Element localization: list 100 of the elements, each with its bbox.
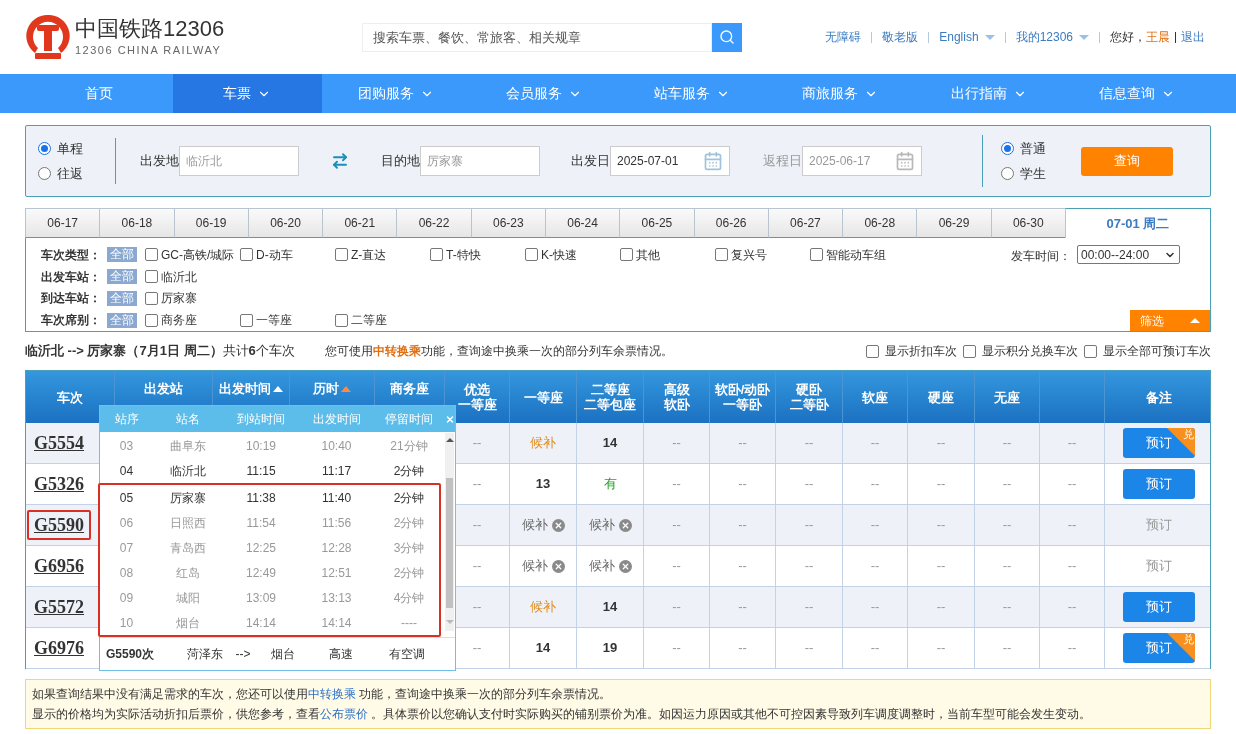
train-number-link[interactable]: G5554 bbox=[27, 428, 91, 458]
all-filter-tag[interactable]: 全部 bbox=[107, 247, 137, 263]
book-button[interactable]: 预订 bbox=[1123, 592, 1195, 622]
checkbox[interactable] bbox=[145, 270, 158, 284]
train-number-link[interactable]: G6976 bbox=[27, 633, 91, 663]
filter-toggle-button[interactable]: 筛选 bbox=[1130, 310, 1210, 331]
checkbox[interactable] bbox=[335, 248, 348, 262]
stop-duration: ---- bbox=[400, 614, 418, 632]
radio-button[interactable] bbox=[1001, 141, 1014, 155]
all-filter-tag[interactable]: 全部 bbox=[107, 312, 137, 328]
train-number-link[interactable]: G5326 bbox=[27, 469, 91, 499]
book-button[interactable]: 预订 bbox=[1146, 556, 1172, 576]
radio-button[interactable] bbox=[1001, 167, 1014, 181]
filter-label: 车次席别： bbox=[41, 312, 102, 330]
train-number-link[interactable]: G5590 bbox=[27, 510, 91, 540]
checkbox[interactable] bbox=[145, 291, 158, 305]
seat-value: -- bbox=[472, 557, 482, 576]
departure-time: 12:51 bbox=[320, 564, 353, 582]
nav-tab[interactable]: 团购服务 bbox=[321, 74, 470, 113]
station-field[interactable]: 厉家寨 bbox=[420, 146, 540, 176]
checkbox[interactable] bbox=[715, 248, 728, 262]
date-tab[interactable]: 06-17 bbox=[25, 208, 100, 238]
field-label: 出发地 bbox=[140, 152, 179, 171]
seat-value: 候补 bbox=[588, 516, 615, 535]
nav-tab[interactable]: 首页 bbox=[25, 74, 174, 113]
all-filter-tag[interactable]: 全部 bbox=[107, 269, 137, 285]
all-filter-tag[interactable]: 全部 bbox=[107, 290, 137, 306]
checkbox[interactable] bbox=[240, 313, 253, 327]
closed-icon bbox=[618, 518, 632, 532]
checkbox[interactable] bbox=[430, 248, 443, 262]
date-tab[interactable]: 06-28 bbox=[842, 208, 917, 238]
notice-text: 如果查询结果中没有满足需求的车次，您还可以使用中转换乘 功能，查询途中换乘一次的部分列车余票情况。 bbox=[32, 686, 613, 702]
stop-name: 烟台 bbox=[174, 614, 201, 632]
nav-tab[interactable]: 会员服务 bbox=[469, 74, 618, 113]
seat-value: 19 bbox=[602, 639, 618, 658]
date-tab[interactable]: 06-23 bbox=[470, 208, 545, 238]
date-tab[interactable]: 06-27 bbox=[767, 208, 843, 238]
caret-icon bbox=[1079, 34, 1089, 40]
transfer-link[interactable]: 中转换乘 bbox=[372, 344, 421, 358]
date-tab[interactable]: 06-19 bbox=[173, 208, 248, 238]
checkbox[interactable] bbox=[866, 344, 879, 358]
swap-icon[interactable] bbox=[331, 152, 349, 170]
date-tab[interactable]: 06-22 bbox=[396, 208, 471, 238]
nav-tab[interactable]: 信息查询 bbox=[1062, 74, 1211, 113]
date-tab[interactable]: 06-21 bbox=[322, 208, 397, 238]
checkbox[interactable] bbox=[335, 313, 348, 327]
radio-button[interactable] bbox=[38, 141, 51, 155]
scrollbar[interactable] bbox=[445, 433, 454, 632]
date-tab[interactable]: 06-18 bbox=[99, 208, 174, 238]
date-tab[interactable]: 06-29 bbox=[916, 208, 991, 238]
date-tab[interactable]: 06-25 bbox=[619, 208, 694, 238]
column-header: 优选 bbox=[464, 382, 490, 397]
checkbox[interactable] bbox=[963, 344, 976, 358]
book-button[interactable]: 预订 bbox=[1146, 515, 1172, 535]
nav-tab[interactable]: 车票 bbox=[173, 74, 322, 113]
time-select[interactable]: 00:00--24:00 bbox=[1077, 245, 1180, 264]
date-tab[interactable]: 06-26 bbox=[693, 208, 768, 238]
book-button[interactable]: 预订 bbox=[1123, 469, 1195, 499]
search-button[interactable] bbox=[712, 22, 743, 52]
seat-value: 13 bbox=[535, 475, 551, 494]
train-number-link[interactable]: G6956 bbox=[27, 551, 91, 581]
nav-tab[interactable]: 出行指南 bbox=[914, 74, 1063, 113]
user-name-link[interactable]: 王晨 bbox=[1146, 28, 1170, 46]
notice-link[interactable]: 中转换乘 bbox=[308, 687, 356, 701]
checkbox[interactable] bbox=[620, 248, 633, 262]
date-tab[interactable]: 06-30 bbox=[990, 208, 1065, 238]
seat-value: 14 bbox=[535, 639, 551, 658]
header-link[interactable]: English bbox=[939, 28, 995, 46]
option-label: 显示折扣车次 bbox=[885, 343, 957, 360]
seat-value[interactable]: 候补 bbox=[530, 433, 556, 453]
checkbox[interactable] bbox=[525, 248, 538, 262]
query-button[interactable]: 查询 bbox=[1081, 146, 1173, 176]
header-link[interactable]: 我的12306 bbox=[1015, 28, 1089, 46]
seat-value[interactable]: 候补 bbox=[530, 597, 556, 617]
station-field[interactable]: 临沂北 bbox=[179, 146, 299, 176]
notice-link[interactable]: 公布票价 bbox=[320, 707, 368, 721]
seat-value: -- bbox=[472, 639, 482, 658]
date-tab[interactable]: 07-01 周二 bbox=[1064, 208, 1211, 238]
checkbox[interactable] bbox=[240, 248, 253, 262]
train-number-link[interactable]: G5572 bbox=[27, 592, 91, 622]
date-tab[interactable]: 06-24 bbox=[544, 208, 620, 238]
checkbox[interactable] bbox=[810, 248, 823, 262]
filter-option: 一等座 bbox=[256, 311, 292, 330]
search-field[interactable]: 搜索车票、餐饮、常旅客、相关规章 bbox=[362, 22, 713, 52]
date-field[interactable]: 2025-07-01 bbox=[610, 146, 730, 176]
header-link[interactable]: 无障碍 bbox=[825, 28, 862, 46]
date-tab[interactable]: 06-20 bbox=[247, 208, 323, 238]
option-label: 显示全部可预订车次 bbox=[1103, 343, 1211, 360]
radio-button[interactable] bbox=[38, 167, 51, 181]
nav-tab[interactable]: 站车服务 bbox=[618, 74, 767, 113]
logout-link[interactable]: 退出 bbox=[1181, 28, 1205, 46]
seat-value: -- bbox=[1067, 475, 1077, 494]
nav-tab[interactable]: 商旅服务 bbox=[766, 74, 915, 113]
header-link[interactable]: 敬老版 bbox=[882, 28, 919, 46]
filter-option: T-特快 bbox=[446, 245, 481, 264]
checkbox[interactable] bbox=[1084, 344, 1097, 358]
checkbox[interactable] bbox=[145, 313, 158, 327]
stop-number: 04 bbox=[118, 462, 135, 480]
checkbox[interactable] bbox=[145, 248, 158, 262]
seat-value: -- bbox=[870, 557, 880, 576]
